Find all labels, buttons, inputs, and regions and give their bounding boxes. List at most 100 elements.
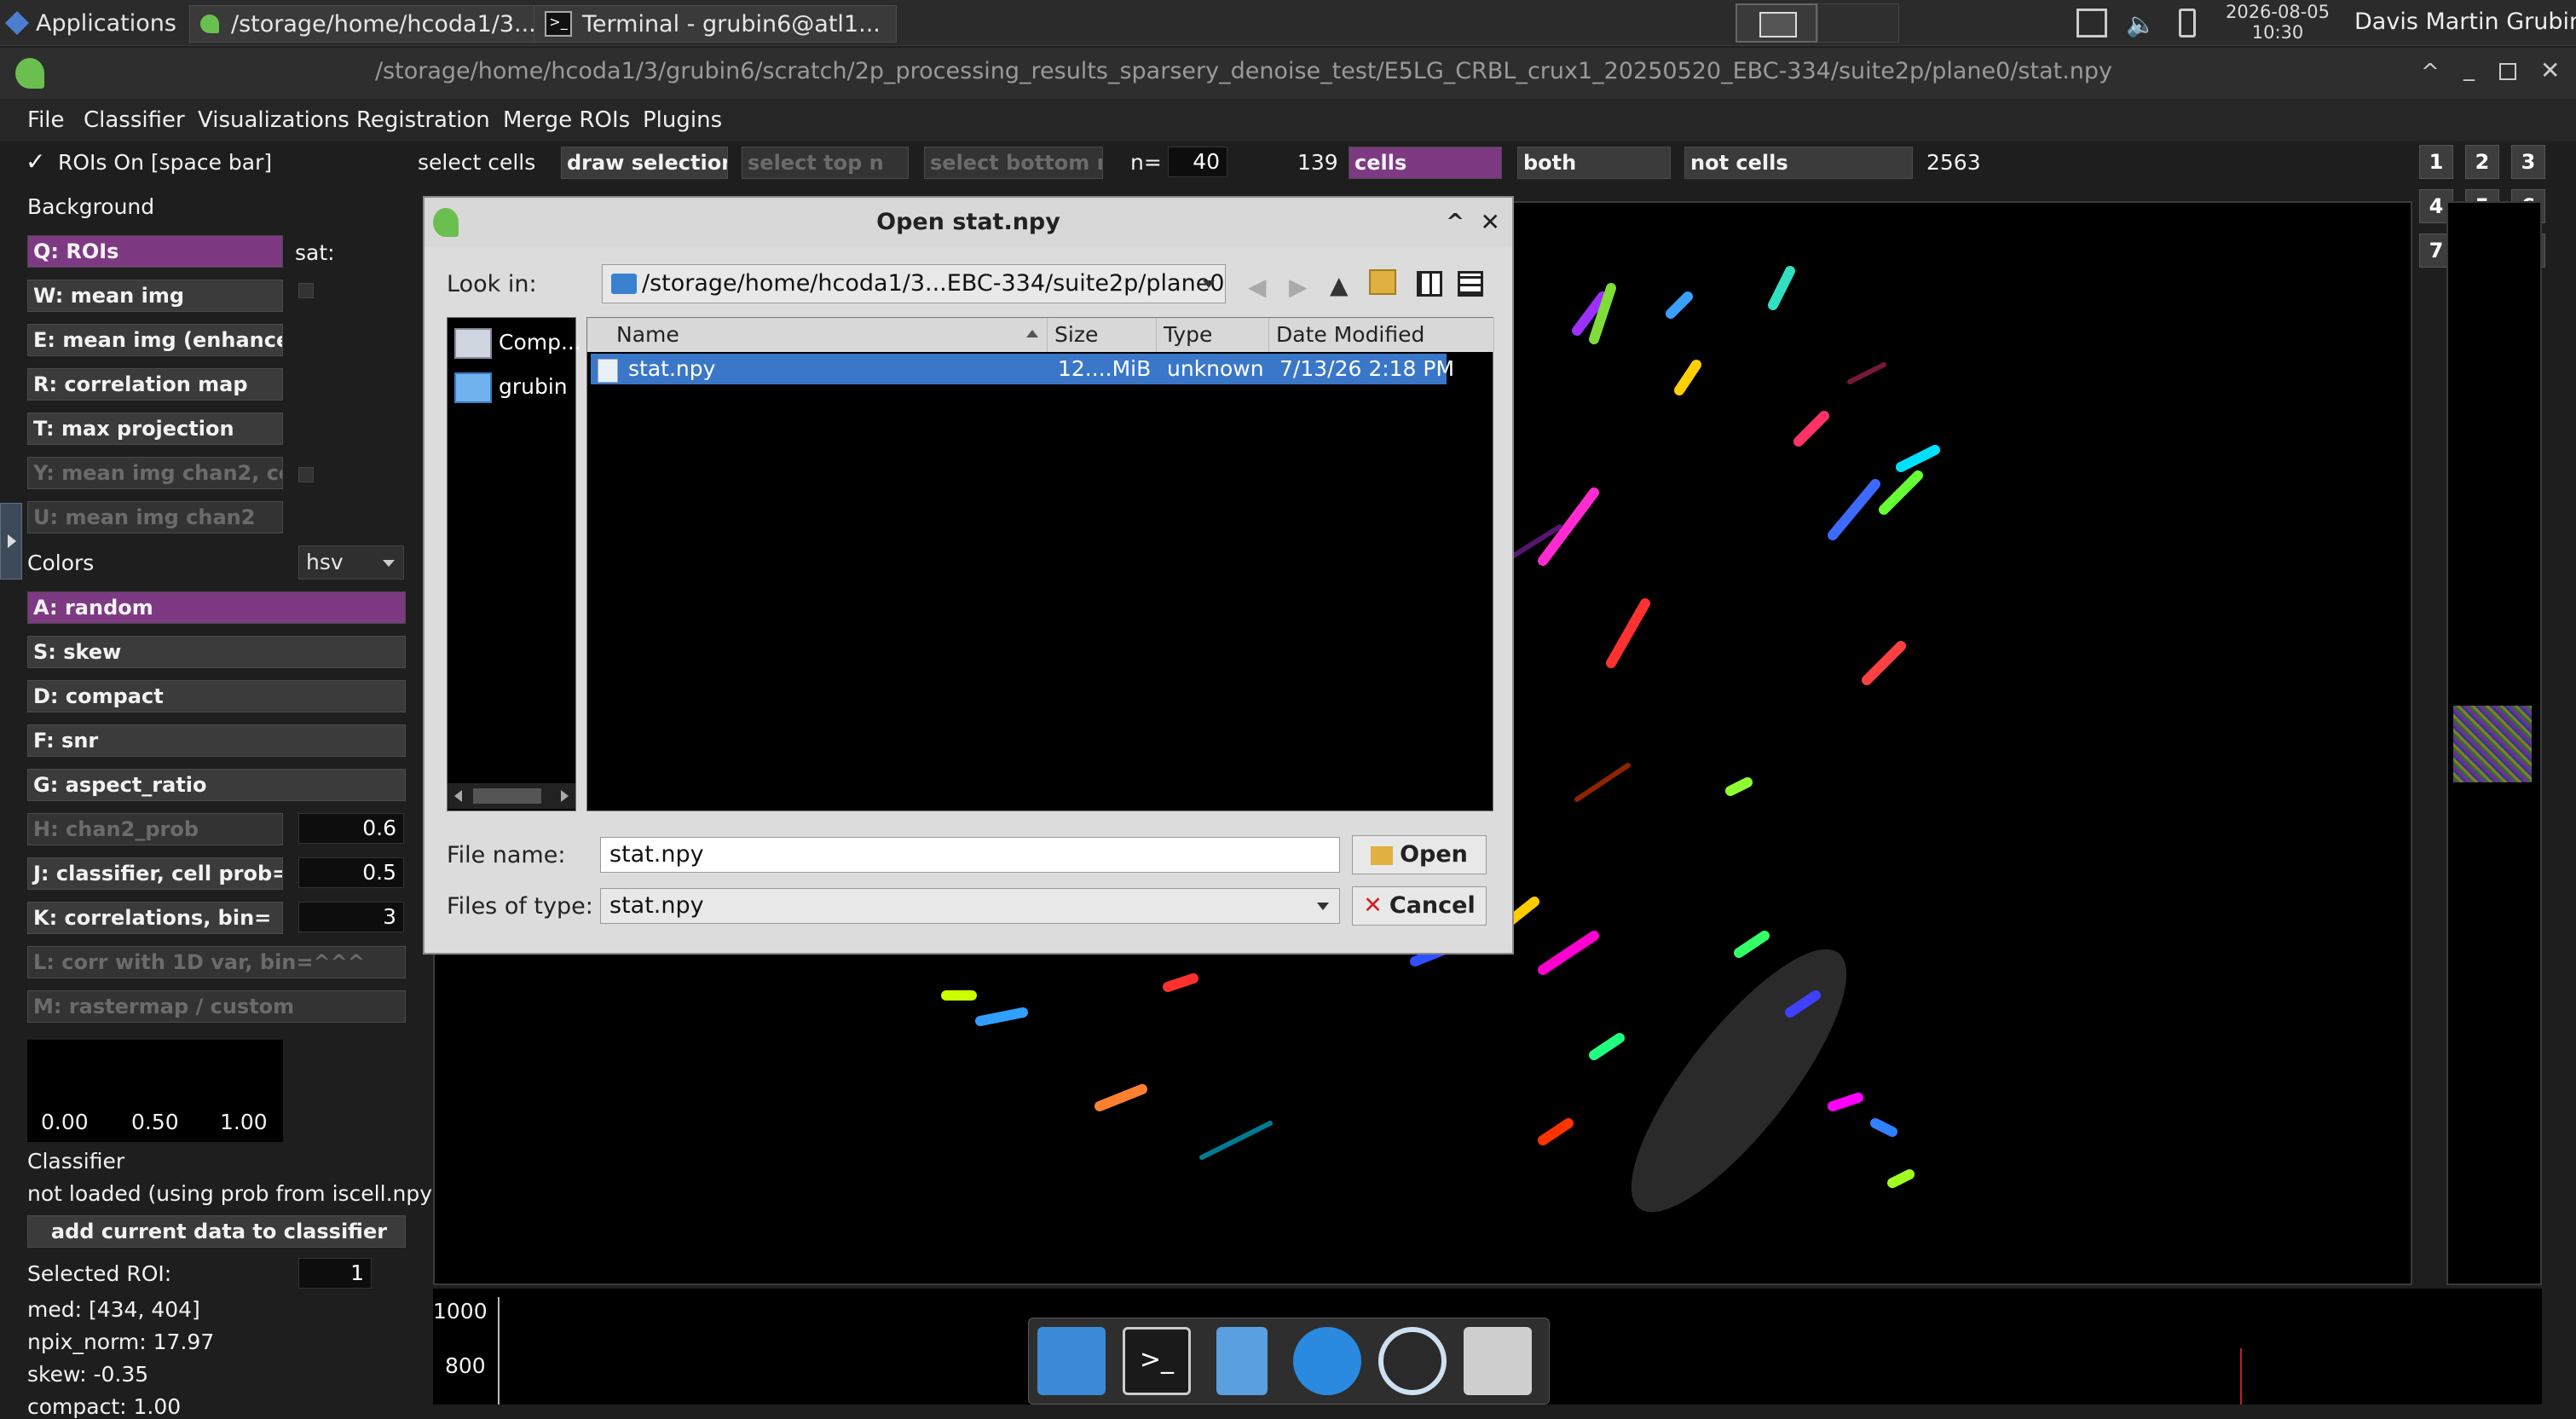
not-cells-view-button[interactable]: not cells — [1684, 147, 1913, 179]
side-panel-handle[interactable] — [0, 503, 22, 580]
dialog-titlebar: Open stat.npy ^ ✕ — [425, 198, 1512, 247]
battery-icon[interactable] — [2179, 9, 2196, 37]
color-correlations-button[interactable]: K: correlations, bin= — [27, 902, 283, 934]
cells-count: 139 — [1297, 150, 1338, 175]
cancel-button[interactable]: ✕ Cancel — [1352, 886, 1487, 926]
taskbar-window-terminal[interactable]: >_ Terminal - grubin6@atl1... — [534, 5, 897, 43]
list-view-icon[interactable] — [1417, 271, 1442, 297]
forward-arrow-icon[interactable]: ▶ — [1289, 273, 1308, 301]
mini-roi-panel[interactable] — [2446, 201, 2542, 1285]
sidebar-item-computer[interactable]: Comp... — [451, 323, 581, 362]
terminal-dock-icon[interactable]: >_ — [1123, 1327, 1191, 1395]
file-type-select[interactable]: stat.npy — [600, 888, 1340, 924]
file-modified-cell: 7/13/26 2:18 PM — [1279, 356, 1455, 381]
color-random-button[interactable]: A: random — [27, 591, 406, 624]
window-shade-icon[interactable]: ^ — [2421, 60, 2440, 85]
close-icon[interactable]: ✕ — [2540, 56, 2560, 84]
dialog-close-icon[interactable]: ✕ — [1481, 198, 1500, 247]
correlation-bin-input[interactable]: 3 — [298, 902, 404, 932]
maximize-icon[interactable] — [2499, 63, 2516, 80]
open-file-dialog: Open stat.npy ^ ✕ Look in: /storage/home… — [423, 196, 1514, 955]
bg-max-projection-button[interactable]: T: max projection — [27, 412, 283, 445]
selected-roi-input[interactable]: 1 — [298, 1258, 372, 1289]
file-manager-icon[interactable] — [1216, 1327, 1268, 1395]
sidebar-scrollbar[interactable] — [448, 783, 575, 809]
bg-correlation-map-button[interactable]: R: correlation map — [27, 368, 283, 401]
menu-file[interactable]: File — [27, 99, 65, 141]
not-cells-count: 2563 — [1926, 150, 1981, 175]
bg-rois-button[interactable]: Q: ROIs — [27, 235, 283, 268]
new-folder-icon[interactable] — [1369, 269, 1396, 295]
desktop-icon[interactable] — [1037, 1327, 1106, 1395]
column-size[interactable]: Size — [1048, 318, 1157, 352]
open-button[interactable]: Open — [1352, 835, 1487, 874]
select-bottom-n-button[interactable]: select bottom n — [924, 147, 1103, 179]
dialog-shade-icon[interactable]: ^ — [1446, 198, 1464, 247]
network-icon[interactable] — [2076, 9, 2107, 37]
view-button-3[interactable]: 3 — [2511, 145, 2545, 179]
bg-mean-img-enhanced-button[interactable]: E: mean img (enhanced) — [27, 324, 283, 356]
user-name[interactable]: Davis Martin Grubin — [2354, 9, 2576, 35]
clock[interactable]: 2026-08-05 10:30 — [2225, 2, 2331, 43]
color-skew-button[interactable]: S: skew — [27, 636, 406, 668]
workspace-2[interactable] — [1817, 3, 1899, 43]
column-name[interactable]: Name — [609, 318, 1048, 352]
file-name-label: File name: — [447, 842, 566, 868]
menu-classifier[interactable]: Classifier — [84, 99, 185, 141]
file-list[interactable]: Name Size Type Date Modified stat.npy 12… — [586, 317, 1494, 811]
applications-menu[interactable]: Applications — [5, 5, 176, 41]
window-titlebar: /storage/home/hcoda1/3/grubin6/scratch/2… — [0, 48, 2576, 99]
bg-mean-img-chan2-corr-button[interactable]: Y: mean img chan2, corr — [27, 457, 283, 489]
menu-registration[interactable]: Registration — [356, 99, 490, 141]
search-icon[interactable] — [1378, 1327, 1447, 1395]
menu-merge-rois[interactable]: Merge ROIs — [503, 99, 630, 141]
column-type[interactable]: Type — [1157, 318, 1269, 352]
sort-ascending-icon — [1026, 330, 1038, 337]
colormap-value: hsv — [306, 550, 344, 574]
color-corr-1d-var-button[interactable]: L: corr with 1D var, bin=^^^ — [27, 946, 406, 978]
colormap-select[interactable]: hsv — [298, 545, 404, 580]
add-data-to-classifier-button[interactable]: add current data to classifier — [27, 1215, 406, 1248]
taskbar-window-suite2p[interactable]: /storage/home/hcoda1/3... — [189, 5, 552, 43]
view-button-2[interactable]: 2 — [2465, 145, 2499, 179]
color-classifier-button[interactable]: J: classifier, cell prob= — [27, 857, 283, 890]
top-taskbar: Applications /storage/home/hcoda1/3... >… — [0, 0, 2576, 46]
workspace-switcher[interactable] — [1736, 3, 1817, 43]
rois-on-checkbox[interactable]: ✓ — [26, 150, 49, 174]
parent-directory-icon[interactable]: ▲ — [1330, 271, 1349, 299]
file-name-input[interactable]: stat.npy — [600, 837, 1340, 873]
applications-icon — [5, 11, 29, 35]
color-aspect-ratio-button[interactable]: G: aspect_ratio — [27, 769, 406, 801]
terminal-icon: >_ — [545, 11, 572, 37]
n-input[interactable]: 40 — [1168, 147, 1227, 177]
back-arrow-icon[interactable]: ◀ — [1248, 273, 1267, 301]
bg-mean-img-chan2-button[interactable]: U: mean img chan2 — [27, 501, 283, 534]
both-view-button[interactable]: both — [1517, 147, 1671, 179]
select-top-n-button[interactable]: select top n — [742, 147, 909, 179]
cell-prob-input[interactable]: 0.5 — [298, 857, 404, 888]
cells-view-button[interactable]: cells — [1349, 147, 1502, 179]
detail-view-icon[interactable] — [1458, 271, 1483, 297]
colorbar-tick-mid: 0.50 — [131, 1110, 179, 1134]
scroll-thumb[interactable] — [473, 788, 541, 804]
web-browser-icon[interactable] — [1293, 1327, 1361, 1395]
menu-visualizations[interactable]: Visualizations — [198, 99, 349, 141]
color-rastermap-button[interactable]: M: rastermap / custom — [27, 990, 406, 1023]
look-in-select[interactable]: /storage/home/hcoda1/3...EBC-334/suite2p… — [602, 264, 1226, 303]
saturation-slider-handle[interactable] — [298, 283, 314, 298]
folder-icon[interactable] — [1464, 1327, 1532, 1395]
draw-selection-button[interactable]: draw selection — [561, 147, 728, 179]
volume-icon[interactable]: 🔈 — [2126, 10, 2157, 38]
saturation-slider-handle-2[interactable] — [298, 467, 314, 482]
color-snr-button[interactable]: F: snr — [27, 724, 406, 757]
chan2-prob-input[interactable]: 0.6 — [298, 813, 404, 844]
menu-plugins[interactable]: Plugins — [643, 99, 722, 141]
color-compact-button[interactable]: D: compact — [27, 680, 406, 712]
bg-mean-img-button[interactable]: W: mean img — [27, 280, 283, 312]
column-date-modified[interactable]: Date Modified — [1269, 318, 1494, 352]
file-row-stat-npy[interactable]: stat.npy 12....MiB unknown 7/13/26 2:18 … — [591, 354, 1455, 384]
view-button-1[interactable]: 1 — [2419, 145, 2453, 179]
minimize-icon[interactable]: _ — [2463, 56, 2475, 82]
color-chan2-prob-button[interactable]: H: chan2_prob — [27, 813, 283, 845]
sidebar-item-grubin[interactable]: grubin — [451, 367, 577, 407]
